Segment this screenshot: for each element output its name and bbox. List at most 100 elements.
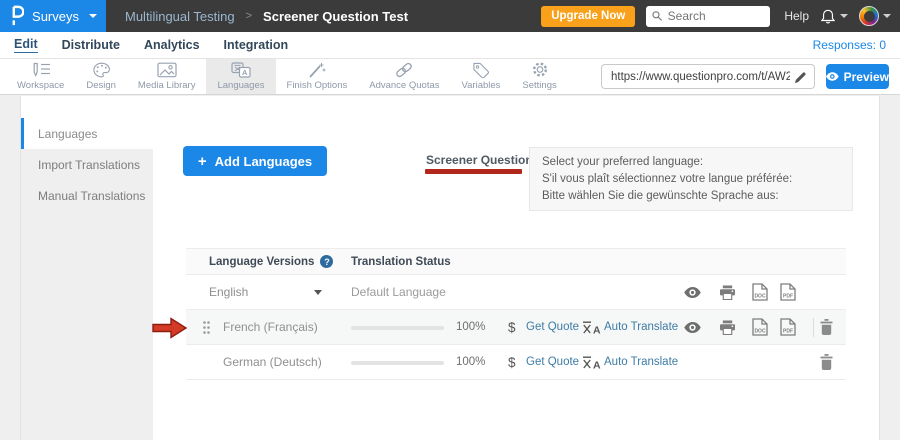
account-menu[interactable] bbox=[859, 6, 891, 26]
toolbar-item-settings[interactable]: Settings bbox=[511, 59, 567, 94]
global-search[interactable] bbox=[646, 6, 770, 27]
svg-text:PDF: PDF bbox=[783, 329, 793, 335]
annotation-red-arrow bbox=[152, 316, 188, 340]
breadcrumb-survey-title[interactable]: Screener Question Test bbox=[263, 9, 408, 24]
svg-text:DOC: DOC bbox=[754, 329, 766, 335]
edit-toolbar: Workspace Design Media Library A Languag… bbox=[0, 59, 900, 95]
avatar bbox=[859, 6, 879, 26]
tab-distribute[interactable]: Distribute bbox=[62, 38, 120, 52]
header-translation-status: Translation Status bbox=[351, 256, 451, 268]
export-pdf-button[interactable]: PDF bbox=[780, 310, 796, 344]
toolbar-label: Advance Quotas bbox=[369, 80, 439, 91]
pdf-file-icon: PDF bbox=[780, 283, 796, 301]
product-switcher[interactable]: Surveys bbox=[0, 0, 106, 32]
print-button[interactable] bbox=[720, 275, 735, 309]
get-quote-link[interactable]: Get Quote bbox=[526, 345, 579, 380]
trash-icon bbox=[820, 354, 833, 370]
table-row-german: German (Deutsch) 100% $ Get Quote A Auto… bbox=[186, 345, 846, 380]
languages-icon: A bbox=[231, 62, 251, 78]
language-name: English bbox=[209, 275, 248, 309]
breadcrumb-separator: > bbox=[246, 10, 252, 22]
preview-language-button[interactable] bbox=[684, 275, 701, 309]
add-languages-button[interactable]: + Add Languages bbox=[183, 146, 327, 176]
language-versions-table: Language Versions ? Translation Status E… bbox=[186, 248, 846, 380]
header-language-versions: Language Versions ? bbox=[209, 255, 333, 268]
toolbar-label: Languages bbox=[217, 80, 264, 91]
pdf-file-icon: PDF bbox=[780, 318, 796, 336]
delete-language-button[interactable] bbox=[820, 345, 833, 379]
workspace-icon bbox=[31, 62, 51, 78]
survey-url-field[interactable] bbox=[601, 64, 815, 89]
delete-language-button[interactable] bbox=[820, 310, 833, 344]
edit-pencil-icon[interactable] bbox=[794, 71, 807, 84]
media-library-icon bbox=[157, 62, 177, 78]
trash-icon bbox=[820, 319, 833, 335]
eye-icon bbox=[826, 72, 839, 81]
search-input[interactable] bbox=[668, 9, 765, 23]
questionpro-logo-icon bbox=[11, 4, 24, 28]
chain-link-icon bbox=[394, 62, 414, 78]
sidebar-item-manual-translations[interactable]: Manual Translations bbox=[21, 180, 153, 211]
translation-progress-bar bbox=[351, 361, 444, 365]
auto-translate-icon[interactable]: A bbox=[582, 321, 601, 339]
toolbar-item-finish-options[interactable]: Finish Options bbox=[276, 59, 359, 94]
toolbar-label: Settings bbox=[522, 80, 556, 91]
svg-text:DOC: DOC bbox=[754, 294, 766, 300]
preview-language-button[interactable] bbox=[684, 310, 701, 344]
auto-translate-link[interactable]: Auto Translate bbox=[604, 310, 678, 345]
add-languages-label: Add Languages bbox=[215, 154, 313, 169]
translation-progress-bar bbox=[351, 326, 444, 330]
help-link[interactable]: Help bbox=[784, 9, 809, 23]
auto-translate-link[interactable]: Auto Translate bbox=[604, 345, 678, 380]
breadcrumb: Multilingual Testing > Screener Question… bbox=[125, 9, 408, 24]
dollar-icon[interactable]: $ bbox=[508, 310, 516, 345]
gear-icon bbox=[531, 61, 549, 78]
dollar-icon[interactable]: $ bbox=[508, 345, 516, 380]
tab-edit[interactable]: Edit bbox=[14, 37, 38, 53]
doc-file-icon: DOC bbox=[752, 318, 768, 336]
default-language-label: Default Language bbox=[351, 275, 446, 309]
help-question-icon[interactable]: ? bbox=[320, 255, 333, 268]
tab-integration[interactable]: Integration bbox=[224, 38, 289, 52]
tab-analytics[interactable]: Analytics bbox=[144, 38, 200, 52]
sidebar-item-languages[interactable]: Languages bbox=[21, 118, 153, 149]
drag-handle-icon[interactable] bbox=[203, 321, 210, 339]
languages-sidebar: Languages Import Translations Manual Tra… bbox=[21, 118, 153, 440]
search-icon bbox=[652, 10, 662, 22]
topbar-actions: Upgrade Now Help bbox=[541, 6, 900, 27]
toolbar-item-workspace[interactable]: Workspace bbox=[6, 59, 75, 94]
toolbar-item-advance-quotas[interactable]: Advance Quotas bbox=[358, 59, 450, 94]
preview-button[interactable]: Preview bbox=[826, 64, 889, 89]
responses-count[interactable]: Responses: 0 bbox=[813, 38, 886, 52]
survey-url-input[interactable] bbox=[611, 71, 790, 83]
content-card: Languages Import Translations Manual Tra… bbox=[20, 96, 880, 440]
notifications-menu[interactable] bbox=[820, 8, 848, 25]
print-button[interactable] bbox=[720, 310, 735, 344]
screener-question-preview: Select your preferred language: S'il vou… bbox=[529, 147, 853, 211]
export-pdf-button[interactable]: PDF bbox=[780, 275, 796, 309]
chevron-down-icon bbox=[89, 14, 97, 18]
printer-icon bbox=[720, 285, 735, 300]
toolbar-item-design[interactable]: Design bbox=[75, 59, 127, 94]
toolbar-item-languages[interactable]: A Languages bbox=[206, 59, 275, 94]
chevron-down-icon bbox=[840, 14, 848, 18]
toolbar-label: Design bbox=[86, 80, 116, 91]
printer-icon bbox=[720, 320, 735, 335]
top-bar: Surveys Multilingual Testing > Screener … bbox=[0, 0, 900, 32]
export-doc-button[interactable]: DOC bbox=[752, 275, 768, 309]
sidebar-item-import-translations[interactable]: Import Translations bbox=[21, 149, 153, 180]
auto-translate-icon[interactable]: A bbox=[582, 356, 601, 374]
eye-icon bbox=[684, 287, 701, 298]
eye-icon bbox=[684, 322, 701, 333]
export-doc-button[interactable]: DOC bbox=[752, 310, 768, 344]
default-language-dropdown-icon[interactable] bbox=[314, 290, 322, 295]
toolbar-item-variables[interactable]: Variables bbox=[451, 59, 512, 94]
svg-text:PDF: PDF bbox=[783, 294, 793, 300]
annotation-red-underline bbox=[425, 169, 522, 174]
chevron-down-icon bbox=[883, 14, 891, 18]
breadcrumb-folder[interactable]: Multilingual Testing bbox=[125, 9, 235, 24]
toolbar-item-media-library[interactable]: Media Library bbox=[127, 59, 207, 94]
upgrade-now-button[interactable]: Upgrade Now bbox=[541, 6, 635, 27]
get-quote-link[interactable]: Get Quote bbox=[526, 310, 579, 345]
table-header: Language Versions ? Translation Status bbox=[186, 248, 846, 275]
